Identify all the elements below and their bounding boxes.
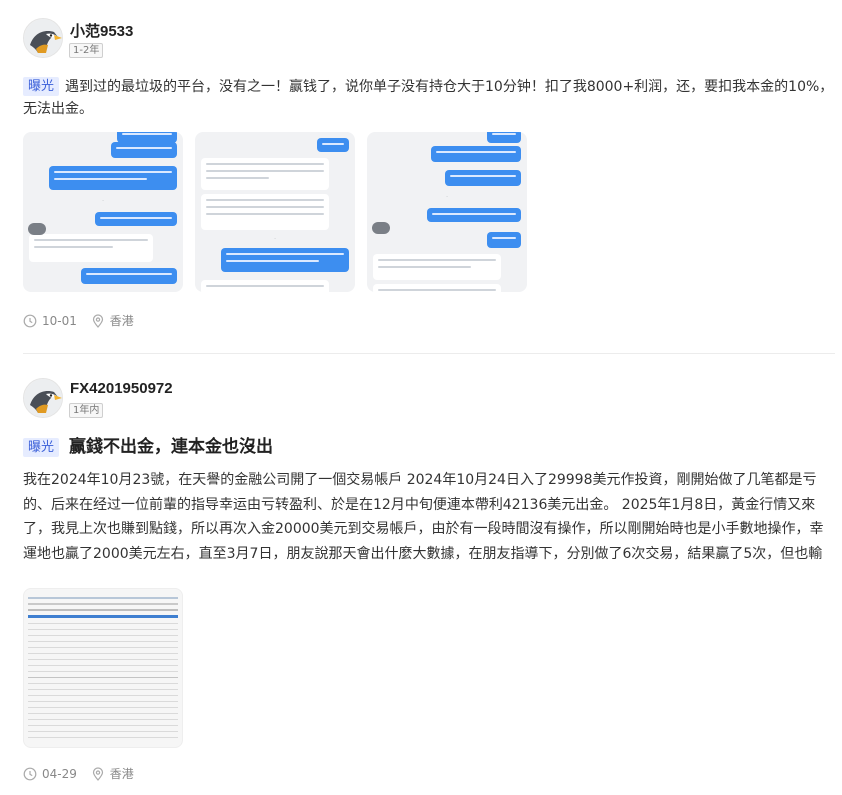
image-thumbnail[interactable] — [23, 588, 183, 748]
post-card: FX4201950972 1年内 曝光 赢錢不出金，連本金也沒出 我在2024年1… — [23, 378, 835, 781]
eagle-avatar-icon — [24, 379, 62, 417]
post-date: 04-29 — [23, 767, 77, 781]
tenure-badge: 1年内 — [69, 403, 104, 418]
clock-icon — [23, 767, 37, 781]
image-thumbnail[interactable]: · — [195, 132, 355, 292]
tenure-badge: 1-2年 — [69, 43, 104, 58]
location-pin-icon — [91, 767, 105, 781]
post-title-row[interactable]: 曝光 赢錢不出金，連本金也沒出 — [23, 434, 273, 460]
post-location: 香港 — [91, 312, 134, 329]
post-meta: 04-29 香港 — [23, 765, 144, 782]
post-author: FX4201950972 1年内 — [23, 378, 835, 420]
eagle-avatar-icon — [24, 19, 62, 57]
post-author: 小范9533 1-2年 — [23, 18, 835, 60]
post-divider — [23, 353, 835, 354]
clock-icon — [23, 314, 37, 328]
image-thumbnail[interactable]: · — [23, 132, 183, 292]
post-card: 小范9533 1-2年 曝光 遇到过的最垃圾的平台，没有之一！赢钱了，说你单子没有… — [23, 18, 835, 328]
location-pin-icon — [91, 314, 105, 328]
username[interactable]: FX4201950972 — [70, 380, 173, 397]
avatar[interactable] — [23, 18, 63, 58]
post-title: 赢錢不出金，連本金也沒出 — [69, 437, 274, 457]
tag-badge: 曝光 — [23, 77, 60, 96]
post-date: 10-01 — [23, 314, 77, 328]
tag-badge: 曝光 — [23, 438, 60, 457]
post-meta: 10-01 香港 — [23, 312, 144, 329]
avatar[interactable] — [23, 378, 63, 418]
post-location: 香港 — [91, 765, 134, 782]
image-thumbnail[interactable]: · — [367, 132, 527, 292]
post-text: 遇到过的最垃圾的平台，没有之一！赢钱了，说你单子没有持仓大于10分钟！扣了我80… — [23, 79, 834, 117]
post-text[interactable]: 我在2024年10月23號，在天譽的金融公司開了一個交易帳戶 2024年10月2… — [23, 468, 835, 566]
post-content[interactable]: 曝光 遇到过的最垃圾的平台，没有之一！赢钱了，说你单子没有持仓大于10分钟！扣了我… — [23, 76, 835, 120]
username[interactable]: 小范9533 — [70, 20, 133, 41]
